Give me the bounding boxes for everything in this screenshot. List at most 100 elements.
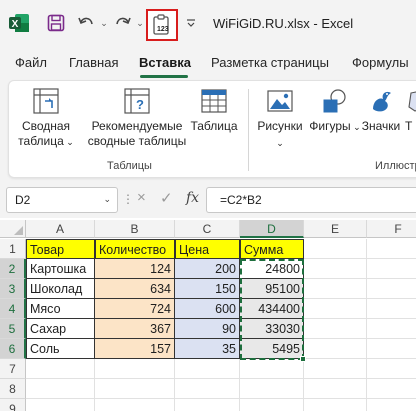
empty-cell[interactable] xyxy=(26,359,95,379)
column-header-b[interactable]: B xyxy=(95,220,175,238)
name-box[interactable]: D2 ⌄ xyxy=(6,187,118,213)
table-cell[interactable]: 200 xyxy=(175,259,240,279)
empty-cell[interactable] xyxy=(95,359,175,379)
empty-cell[interactable] xyxy=(175,379,240,399)
table-button[interactable]: Таблица xyxy=(189,87,239,134)
empty-cell[interactable] xyxy=(304,379,367,399)
row-header-7[interactable]: 7 xyxy=(0,359,26,379)
table-header-cell[interactable]: Количество xyxy=(95,239,175,259)
empty-cell[interactable] xyxy=(304,259,367,279)
table-cell[interactable]: 35 xyxy=(175,339,240,359)
group-divider xyxy=(248,89,249,171)
row-header-4[interactable]: 4 xyxy=(0,299,26,319)
empty-cell[interactable] xyxy=(26,399,95,411)
table-cell[interactable]: Мясо xyxy=(26,299,95,319)
empty-cell[interactable] xyxy=(95,399,175,411)
tab-insert[interactable]: Вставка xyxy=(139,55,191,70)
tab-formulas[interactable]: Формулы xyxy=(352,55,409,70)
empty-cell[interactable] xyxy=(367,279,416,299)
empty-cell[interactable] xyxy=(175,359,240,379)
select-all-button[interactable] xyxy=(0,220,26,238)
empty-cell[interactable] xyxy=(95,379,175,399)
tab-file[interactable]: Файл xyxy=(15,55,47,70)
formula-input[interactable]: =C2*B2 xyxy=(206,187,416,213)
insert-function-button[interactable]: fx xyxy=(186,190,199,206)
empty-cell[interactable] xyxy=(304,319,367,339)
row-header-1[interactable]: 1 xyxy=(0,239,26,259)
empty-cell[interactable] xyxy=(367,239,416,259)
column-header-a[interactable]: A xyxy=(26,220,95,238)
fill-handle[interactable] xyxy=(300,356,306,362)
empty-cell[interactable] xyxy=(367,299,416,319)
empty-cell[interactable] xyxy=(304,339,367,359)
table-cell[interactable]: Шоколад xyxy=(26,279,95,299)
table-header-cell[interactable]: Цена xyxy=(175,239,240,259)
tab-page-layout[interactable]: Разметка страницы xyxy=(211,55,329,70)
empty-cell[interactable] xyxy=(367,379,416,399)
table-cell[interactable]: 367 xyxy=(95,319,175,339)
empty-cell[interactable] xyxy=(26,379,95,399)
empty-cell[interactable] xyxy=(304,299,367,319)
row-header-6[interactable]: 6 xyxy=(0,339,26,359)
cancel-icon[interactable]: × xyxy=(137,189,146,206)
table-cell[interactable]: 600 xyxy=(175,299,240,319)
table-cell[interactable]: 90 xyxy=(175,319,240,339)
empty-cell[interactable] xyxy=(304,399,367,411)
empty-cell[interactable] xyxy=(240,359,304,379)
table-cell[interactable]: Соль xyxy=(26,339,95,359)
table-cell[interactable]: 724 xyxy=(95,299,175,319)
row-header-5[interactable]: 5 xyxy=(0,319,26,339)
title-bar: X ⌄ ⌄ 123 WiFiGiD.RU.xlsx - Excel xyxy=(0,0,416,46)
recommended-pivot-button[interactable]: ? Рекомендуемые сводные таблицы xyxy=(85,87,189,149)
empty-cell[interactable] xyxy=(367,259,416,279)
chevron-down-icon[interactable]: ⌄ xyxy=(103,194,111,205)
undo-button[interactable] xyxy=(74,11,98,35)
empty-cell[interactable] xyxy=(304,279,367,299)
paste-values-button[interactable]: 123 xyxy=(146,9,178,41)
table-header-cell[interactable]: Товар xyxy=(26,239,95,259)
empty-cell[interactable] xyxy=(240,399,304,411)
3d-models-button[interactable]: Т xyxy=(405,87,416,134)
icons-icon xyxy=(373,91,391,112)
table-cell[interactable]: 5495 xyxy=(240,339,304,359)
empty-cell[interactable] xyxy=(367,399,416,411)
table-cell[interactable]: Картошка xyxy=(26,259,95,279)
save-button[interactable] xyxy=(44,11,68,35)
column-header-c[interactable]: C xyxy=(175,220,240,238)
table-cell[interactable]: 157 xyxy=(95,339,175,359)
customize-toolbar-icon[interactable] xyxy=(184,14,198,32)
enter-icon[interactable]: ✓ xyxy=(160,189,173,207)
column-header-f[interactable]: F xyxy=(367,220,416,238)
formula-bar-splitter[interactable]: ⋮ xyxy=(122,192,134,206)
empty-cell[interactable] xyxy=(240,379,304,399)
redo-button[interactable] xyxy=(111,11,135,35)
table-cell[interactable]: Сахар xyxy=(26,319,95,339)
row-header-9[interactable]: 9 xyxy=(0,399,26,411)
empty-cell[interactable] xyxy=(367,319,416,339)
table-cell[interactable]: 95100 xyxy=(240,279,304,299)
table-cell[interactable]: 634 xyxy=(95,279,175,299)
table-cell[interactable]: 434400 xyxy=(240,299,304,319)
column-header-e[interactable]: E xyxy=(304,220,367,238)
table-cell-active[interactable]: 24800 xyxy=(240,259,304,279)
undo-dropdown-icon[interactable]: ⌄ xyxy=(99,15,109,31)
icons-button[interactable]: Значки xyxy=(360,87,402,134)
row-header-3[interactable]: 3 xyxy=(0,279,26,299)
empty-cell[interactable] xyxy=(304,239,367,259)
pivot-table-button[interactable]: Сводная таблица ⌄ xyxy=(11,87,81,150)
table-cell[interactable]: 150 xyxy=(175,279,240,299)
redo-dropdown-icon[interactable]: ⌄ xyxy=(135,15,145,31)
empty-cell[interactable] xyxy=(367,359,416,379)
column-header-d[interactable]: D xyxy=(240,220,304,238)
row-header-8[interactable]: 8 xyxy=(0,379,26,399)
table-cell[interactable]: 33030 xyxy=(240,319,304,339)
row-header-2[interactable]: 2 xyxy=(0,259,26,279)
tab-home[interactable]: Главная xyxy=(69,55,118,70)
table-header-cell[interactable]: Сумма xyxy=(240,239,304,259)
empty-cell[interactable] xyxy=(367,339,416,359)
empty-cell[interactable] xyxy=(175,399,240,411)
empty-cell[interactable] xyxy=(304,359,367,379)
table-cell[interactable]: 124 xyxy=(95,259,175,279)
shapes-button[interactable]: Фигуры ⌄ xyxy=(309,87,361,135)
pictures-button[interactable]: Рисунки ⌄ xyxy=(253,87,307,151)
